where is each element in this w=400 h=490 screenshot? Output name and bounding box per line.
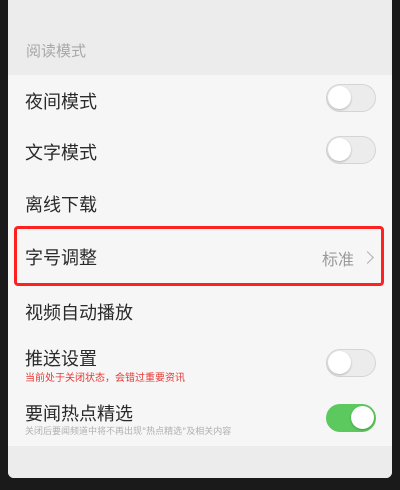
night-mode-label: 夜间模式 [25,92,97,113]
settings-screen: 阅读模式 夜间模式 文字模式 离线下载 字号调整 标准 视频自动播放 推送设置 … [8,0,392,478]
push-settings-row[interactable]: 推送设置 当前处于关闭状态，会错过重要资讯 [8,337,392,393]
push-settings-label: 推送设置 [25,349,97,370]
text-mode-toggle[interactable] [326,136,376,164]
section-header: 阅读模式 [8,0,392,75]
hot-news-toggle[interactable] [326,404,376,432]
toggle-knob [328,351,351,374]
offline-download-row[interactable]: 离线下载 [8,176,392,229]
push-settings-toggle[interactable] [326,349,376,377]
push-settings-note: 当前处于关闭状态，会错过重要资讯 [25,373,185,384]
night-mode-toggle[interactable] [326,84,376,112]
toggle-knob [328,86,351,109]
video-autoplay-row[interactable]: 视频自动播放 [8,284,392,338]
hot-news-row[interactable]: 要闻热点精选 关闭后要闻频道中将不再出现"热点精选"及相关内容 [8,392,392,447]
offline-download-label: 离线下载 [25,195,97,216]
night-mode-row[interactable]: 夜间模式 [8,75,392,126]
section-title: 阅读模式 [26,42,87,60]
font-size-row[interactable]: 字号调整 标准 [8,228,392,285]
toggle-knob [351,406,374,429]
bottom-filler [8,446,392,478]
video-autoplay-label: 视频自动播放 [25,303,133,324]
toggle-knob [328,138,351,161]
font-size-value: 标准 [321,250,354,269]
chevron-right-icon [361,251,374,264]
hot-news-note: 关闭后要闻频道中将不再出现"热点精选"及相关内容 [25,427,232,437]
font-size-label: 字号调整 [25,248,97,269]
text-mode-label: 文字模式 [25,143,97,164]
text-mode-row[interactable]: 文字模式 [8,125,392,177]
hot-news-label: 要闻热点精选 [25,404,133,425]
